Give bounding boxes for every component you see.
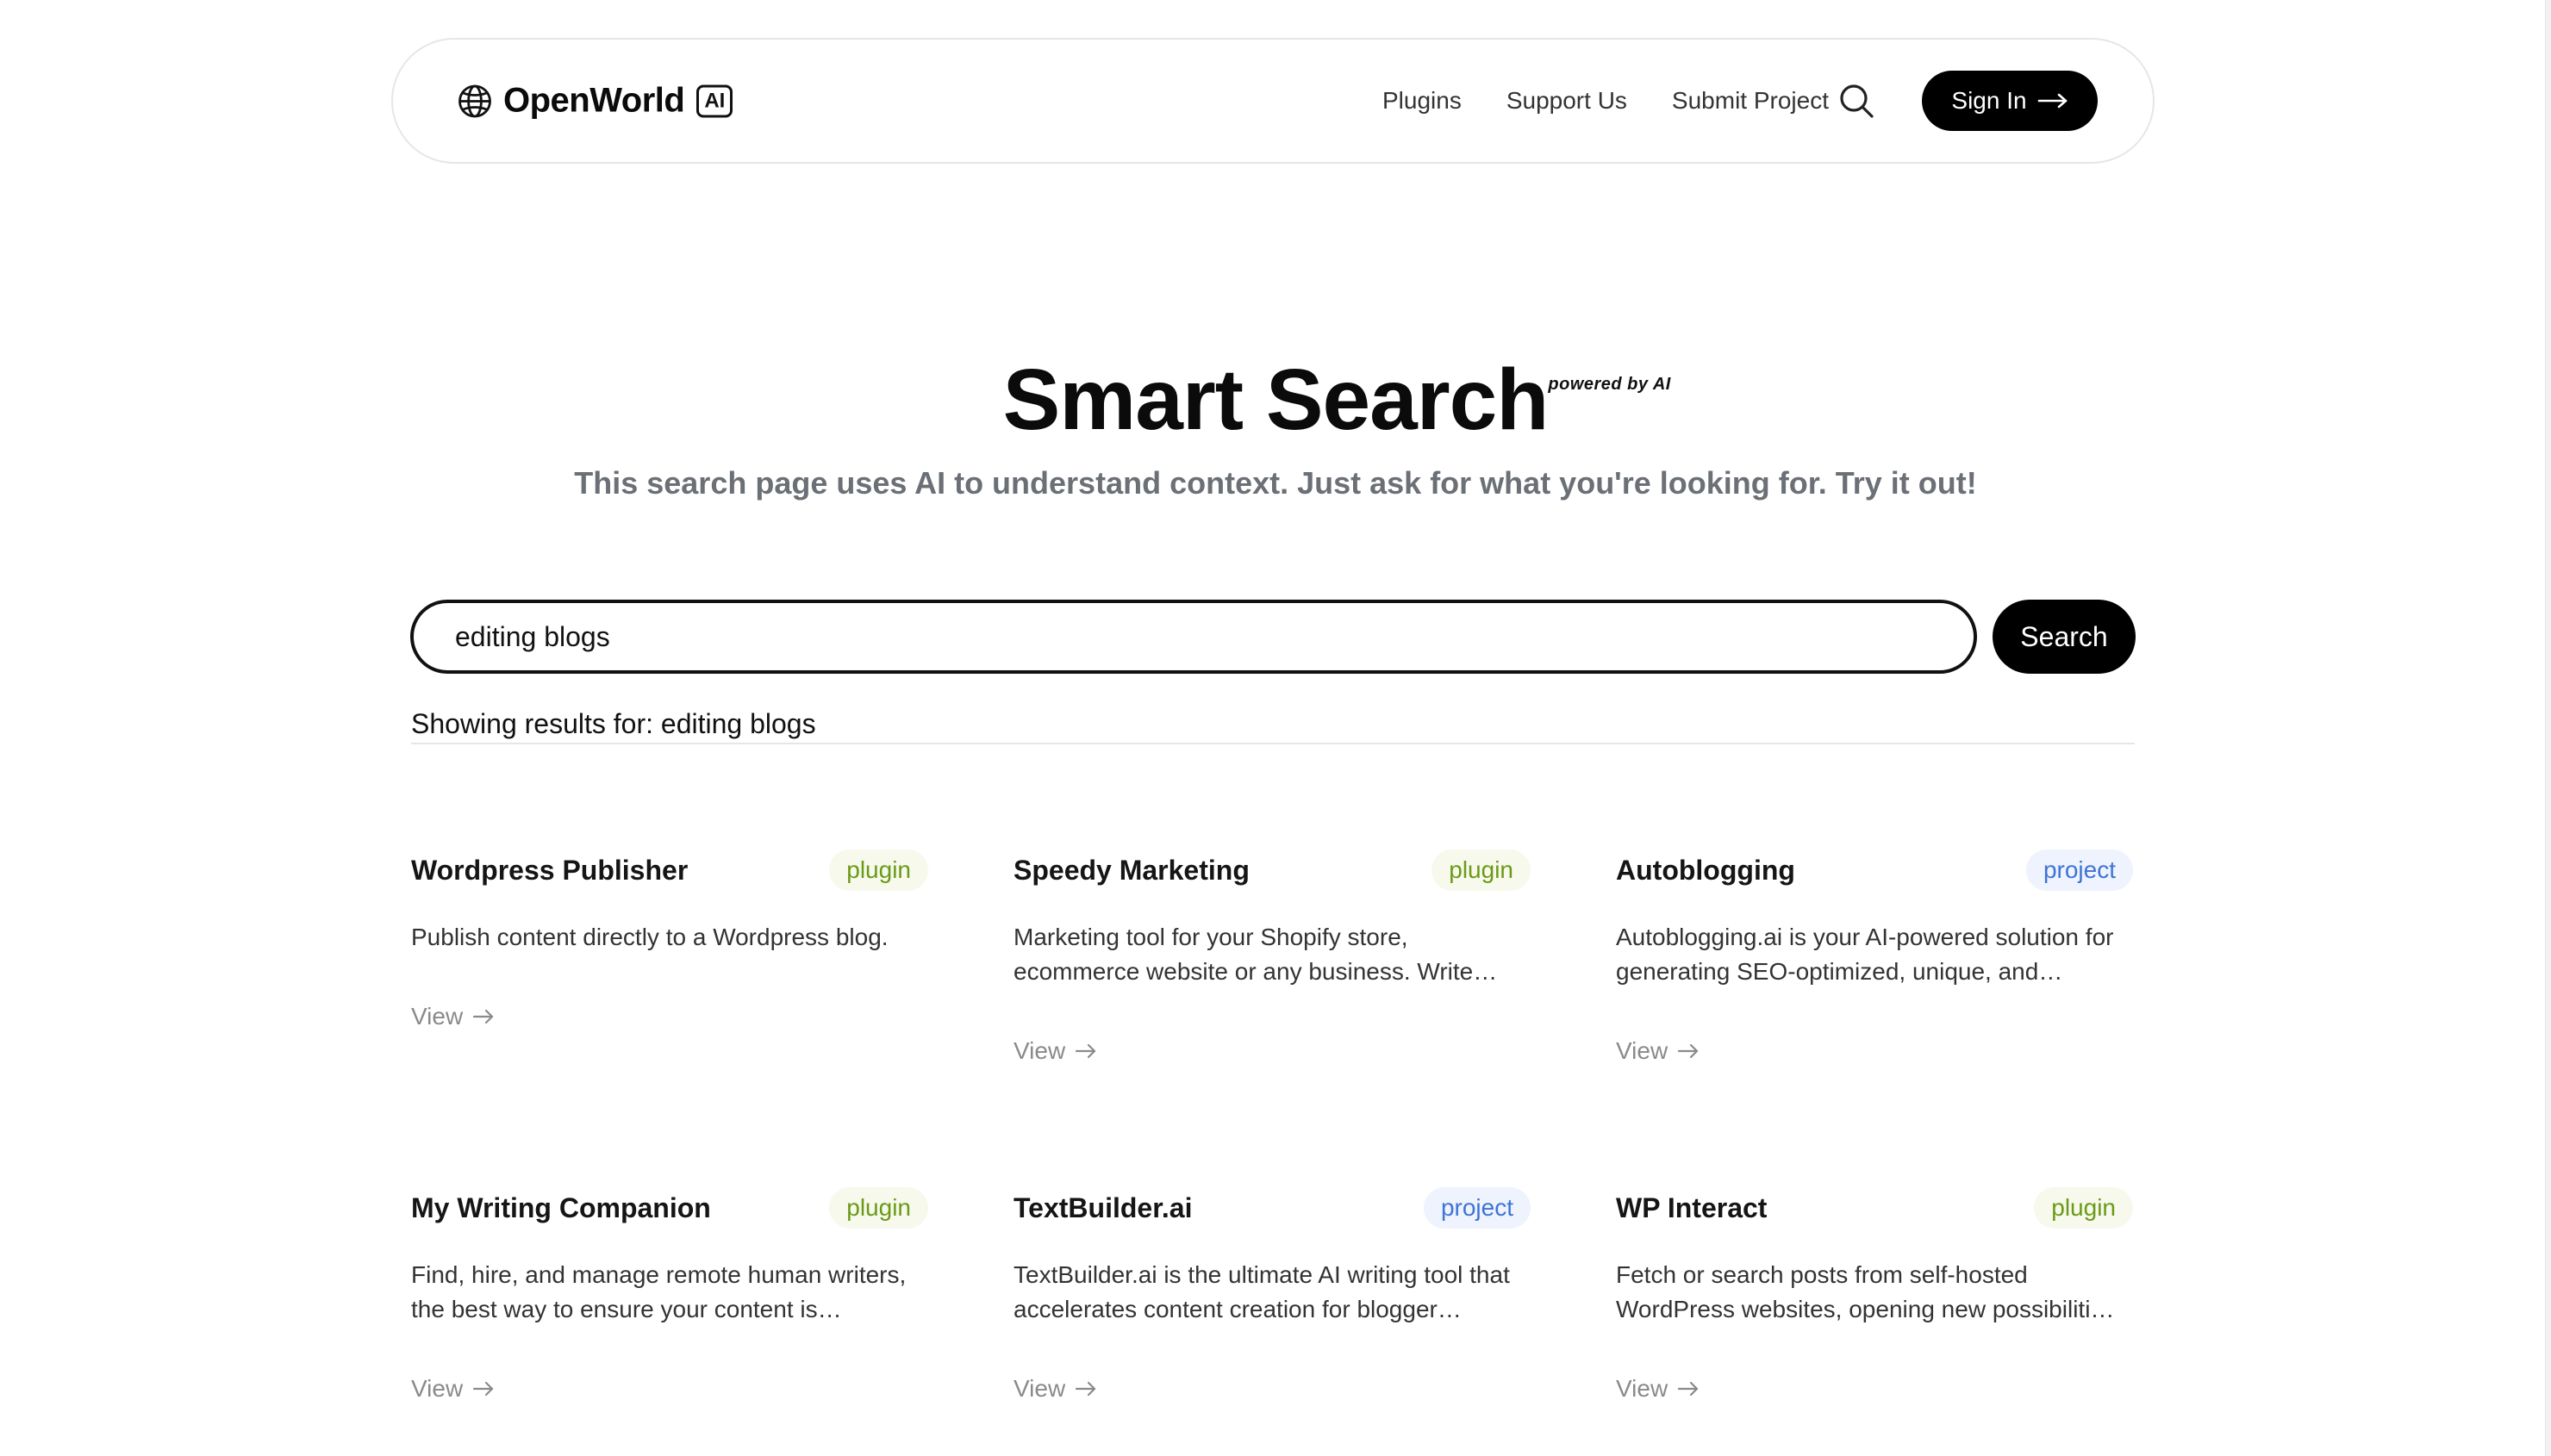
result-description: Marketing tool for your Shopify store, e… [1014,924,1498,985]
result-description: TextBuilder.ai is the ultimate AI writin… [1014,1261,1510,1322]
type-badge: project [1423,1187,1531,1229]
arrow-right-icon [2037,93,2067,109]
result-title[interactable]: Wordpress Publisher [411,849,688,891]
view-link-label: View [411,1003,464,1030]
arrow-right-icon [1076,1381,1096,1397]
page-scrollbar[interactable] [2545,0,2551,1456]
nav-link-submit-project[interactable]: Submit Project [1672,87,1829,115]
brand-logo[interactable]: OpenWorld AI [457,82,733,121]
arrow-right-icon [473,1009,494,1024]
result-title[interactable]: Speedy Marketing [1014,849,1250,891]
hero-title-wrap: Smart Search powered by AI [0,348,2551,451]
result-title[interactable]: TextBuilder.ai [1014,1187,1192,1229]
page-subtitle: This search page uses AI to understand c… [574,465,1977,501]
page-title: Smart Search powered by AI [1002,348,1671,451]
result-title[interactable]: My Writing Companion [411,1187,711,1229]
view-link[interactable]: View [411,1003,496,1030]
search-button[interactable]: Search [1993,600,2136,674]
view-link-label: View [1616,1375,1668,1402]
sign-in-button[interactable]: Sign In [1922,71,2098,131]
view-link[interactable]: View [411,1375,496,1403]
brand-ai-badge: AI [696,84,733,117]
view-link[interactable]: View [1616,1375,1700,1403]
view-link-label: View [411,1375,464,1402]
sign-in-label: Sign In [1951,87,2027,114]
view-link-label: View [1014,1375,1066,1402]
result-title[interactable]: WP Interact [1616,1187,1767,1229]
results-summary: Showing results for: editing blogs [411,708,816,739]
brand-name: OpenWorld [503,81,685,120]
type-badge: plugin [1431,849,1531,891]
arrow-right-icon [1076,1043,1096,1059]
result-description: Publish content directly to a Wordpress … [411,924,889,950]
view-link[interactable]: View [1014,1375,1098,1403]
type-badge: plugin [2034,1187,2133,1229]
arrow-right-icon [473,1381,494,1397]
view-link[interactable]: View [1014,1037,1098,1065]
result-description: Find, hire, and manage remote human writ… [411,1261,907,1322]
top-navbar: OpenWorld AI Plugins Support Us Submit P… [391,38,2155,164]
arrow-right-icon [1678,1381,1699,1397]
view-link-label: View [1616,1037,1668,1064]
type-badge: plugin [829,849,928,891]
powered-by-label: powered by AI [1548,375,1671,394]
page-title-text: Smart Search [1002,352,1550,448]
type-badge: project [2025,849,2133,891]
view-link[interactable]: View [1616,1037,1700,1065]
result-description: Autoblogging.ai is your AI-powered solut… [1616,924,2114,985]
type-badge: plugin [829,1187,928,1229]
result-title[interactable]: Autoblogging [1616,849,1795,891]
search-icon[interactable] [1836,80,1877,121]
search-input[interactable] [410,600,1977,674]
nav-link-plugins[interactable]: Plugins [1382,87,1462,115]
view-link-label: View [1014,1037,1066,1064]
arrow-right-icon [1678,1043,1699,1059]
nav-link-support-us[interactable]: Support Us [1506,87,1627,115]
result-description: Fetch or search posts from self-hosted W… [1616,1261,2115,1322]
results-divider [411,743,2135,744]
nav-links: Plugins Support Us Submit Project [1382,87,1829,115]
globe-icon [458,84,491,117]
